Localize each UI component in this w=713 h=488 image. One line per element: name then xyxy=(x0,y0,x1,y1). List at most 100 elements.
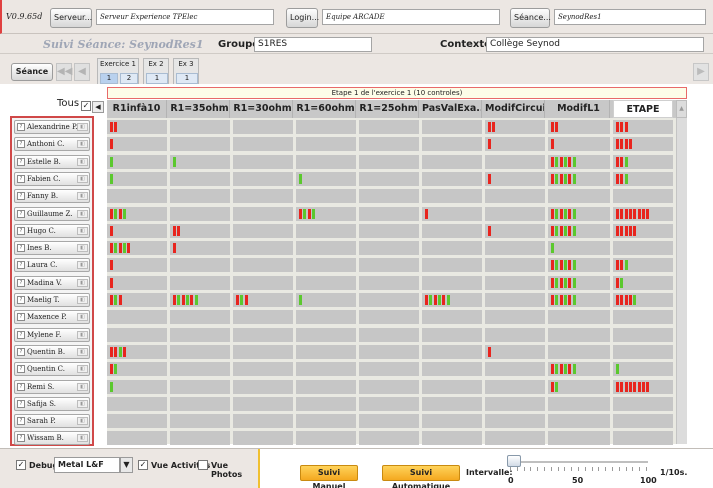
progress-cell[interactable] xyxy=(422,154,482,169)
progress-cell[interactable] xyxy=(107,275,167,290)
progress-cell[interactable] xyxy=(485,189,545,204)
student-toggle-icon[interactable]: ◧ xyxy=(77,157,88,166)
progress-cell[interactable] xyxy=(296,206,356,221)
progress-cell[interactable] xyxy=(548,258,610,273)
progress-cell[interactable] xyxy=(548,293,610,307)
progress-cell[interactable] xyxy=(359,171,419,186)
progress-cell[interactable] xyxy=(613,379,673,394)
progress-cell[interactable] xyxy=(107,171,167,186)
progress-cell[interactable] xyxy=(613,396,673,411)
progress-cell[interactable] xyxy=(485,396,545,411)
progress-cell[interactable] xyxy=(296,120,356,134)
student-toggle-icon[interactable]: ◧ xyxy=(77,399,88,408)
scroll-left-icon[interactable]: ◀ xyxy=(92,101,104,113)
progress-cell[interactable] xyxy=(170,344,230,359)
exercise-tab-3[interactable]: Ex 3 1 xyxy=(173,58,199,85)
student-row[interactable]: ? Anthoni C. ◧ xyxy=(14,137,90,152)
next-page-icon[interactable]: ▶ xyxy=(693,63,709,81)
student-toggle-icon[interactable]: ◧ xyxy=(77,365,88,374)
progress-cell[interactable] xyxy=(233,189,293,204)
progress-cell[interactable] xyxy=(613,171,673,186)
vue-photos-checkbox[interactable] xyxy=(198,460,208,470)
progress-cell[interactable] xyxy=(107,396,167,411)
progress-cell[interactable] xyxy=(548,379,610,394)
progress-cell[interactable] xyxy=(233,396,293,411)
progress-cell[interactable] xyxy=(170,206,230,221)
progress-cell[interactable] xyxy=(233,327,293,342)
progress-cell[interactable] xyxy=(613,344,673,359)
student-row[interactable]: ? Wissam B. ◧ xyxy=(14,431,90,446)
student-row[interactable]: ? Fabien C. ◧ xyxy=(14,171,90,186)
progress-cell[interactable] xyxy=(233,431,293,446)
progress-cell[interactable] xyxy=(170,310,230,325)
progress-cell[interactable] xyxy=(107,310,167,325)
progress-cell[interactable] xyxy=(170,327,230,342)
tous-checkbox[interactable]: ✓ xyxy=(81,101,91,111)
contexte-field[interactable]: Collège Seynod xyxy=(486,37,704,52)
progress-cell[interactable] xyxy=(233,137,293,152)
column-header[interactable]: ETAPE xyxy=(613,100,673,118)
student-toggle-icon[interactable]: ◧ xyxy=(77,140,88,149)
progress-cell[interactable] xyxy=(233,414,293,429)
progress-cell[interactable] xyxy=(107,241,167,256)
progress-cell[interactable] xyxy=(485,137,545,152)
progress-cell[interactable] xyxy=(359,137,419,152)
progress-cell[interactable] xyxy=(359,258,419,273)
progress-cell[interactable] xyxy=(548,275,610,290)
vue-activites-checkbox[interactable]: ✓ xyxy=(138,460,148,470)
progress-cell[interactable] xyxy=(548,120,610,134)
progress-cell[interactable] xyxy=(613,293,673,307)
progress-cell[interactable] xyxy=(359,431,419,446)
progress-cell[interactable] xyxy=(548,154,610,169)
column-header[interactable]: PasValExa... xyxy=(422,100,482,118)
progress-cell[interactable] xyxy=(613,189,673,204)
login-field[interactable]: Equipe ARCADE xyxy=(322,9,500,25)
progress-cell[interactable] xyxy=(422,206,482,221)
progress-cell[interactable] xyxy=(613,310,673,325)
progress-cell[interactable] xyxy=(107,414,167,429)
student-row[interactable]: ? Fanny B. ◧ xyxy=(14,189,90,204)
progress-cell[interactable] xyxy=(613,362,673,377)
student-toggle-icon[interactable]: ◧ xyxy=(77,296,88,304)
progress-cell[interactable] xyxy=(296,327,356,342)
progress-cell[interactable] xyxy=(170,258,230,273)
seance-field[interactable]: SeynodRes1 xyxy=(554,9,706,25)
progress-cell[interactable] xyxy=(107,327,167,342)
progress-cell[interactable] xyxy=(170,137,230,152)
progress-cell[interactable] xyxy=(422,275,482,290)
first-page-icon[interactable]: ◀◀ xyxy=(56,63,72,81)
progress-cell[interactable] xyxy=(422,120,482,134)
progress-cell[interactable] xyxy=(422,189,482,204)
progress-cell[interactable] xyxy=(422,431,482,446)
student-toggle-icon[interactable]: ◧ xyxy=(77,434,88,443)
progress-cell[interactable] xyxy=(485,258,545,273)
column-header[interactable]: R1infà10 xyxy=(107,100,167,118)
progress-cell[interactable] xyxy=(233,344,293,359)
progress-cell[interactable] xyxy=(359,223,419,238)
seance-select-button[interactable]: Séance... xyxy=(510,8,551,28)
progress-cell[interactable] xyxy=(485,120,545,134)
look-and-feel-select[interactable]: Metal L&F xyxy=(54,457,120,473)
progress-cell[interactable] xyxy=(107,206,167,221)
progress-cell[interactable] xyxy=(422,414,482,429)
progress-cell[interactable] xyxy=(613,275,673,290)
progress-cell[interactable] xyxy=(359,396,419,411)
progress-cell[interactable] xyxy=(548,396,610,411)
progress-cell[interactable] xyxy=(485,241,545,256)
progress-cell[interactable] xyxy=(107,120,167,134)
progress-cell[interactable] xyxy=(613,241,673,256)
progress-cell[interactable] xyxy=(359,293,419,307)
progress-cell[interactable] xyxy=(296,344,356,359)
student-toggle-icon[interactable]: ◧ xyxy=(77,382,88,391)
student-row[interactable]: ? Estelle B. ◧ xyxy=(14,154,90,169)
progress-cell[interactable] xyxy=(359,362,419,377)
progress-cell[interactable] xyxy=(296,379,356,394)
progress-cell[interactable] xyxy=(296,189,356,204)
progress-cell[interactable] xyxy=(359,241,419,256)
progress-cell[interactable] xyxy=(233,120,293,134)
progress-cell[interactable] xyxy=(548,189,610,204)
column-header[interactable]: ModifL1 xyxy=(548,100,610,118)
progress-cell[interactable] xyxy=(485,414,545,429)
progress-cell[interactable] xyxy=(613,137,673,152)
progress-cell[interactable] xyxy=(548,344,610,359)
